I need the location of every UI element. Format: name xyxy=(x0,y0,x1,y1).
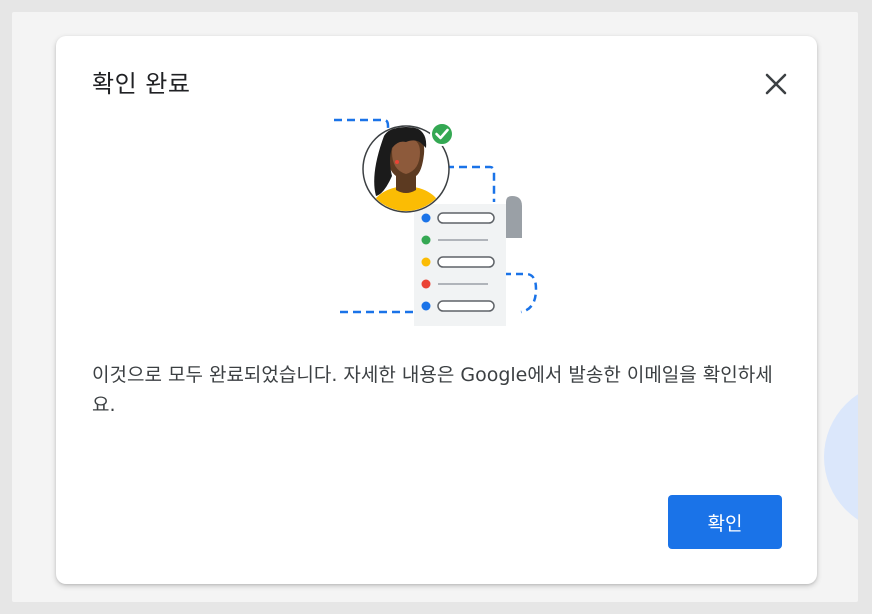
dialog-message: 이것으로 모두 완료되었습니다. 자세한 내용은 Google에서 발송한 이메… xyxy=(92,364,773,416)
completion-illustration xyxy=(334,118,538,326)
close-button[interactable] xyxy=(756,64,796,104)
confirmation-dialog: 확인 완료 이것으로 모두 완료되었습니다. 자세한 내용은 Google에서 … xyxy=(56,36,817,584)
confirm-button[interactable]: 확인 xyxy=(668,495,782,549)
dashed-path-top xyxy=(334,118,390,132)
dialog-title: 확인 완료 xyxy=(92,70,191,98)
decorative-circle xyxy=(824,382,858,532)
dashed-path-loop xyxy=(504,272,538,314)
dashed-path-right xyxy=(446,165,496,202)
document-curl xyxy=(506,196,522,238)
close-icon xyxy=(765,73,787,95)
check-badge-icon xyxy=(430,122,454,146)
